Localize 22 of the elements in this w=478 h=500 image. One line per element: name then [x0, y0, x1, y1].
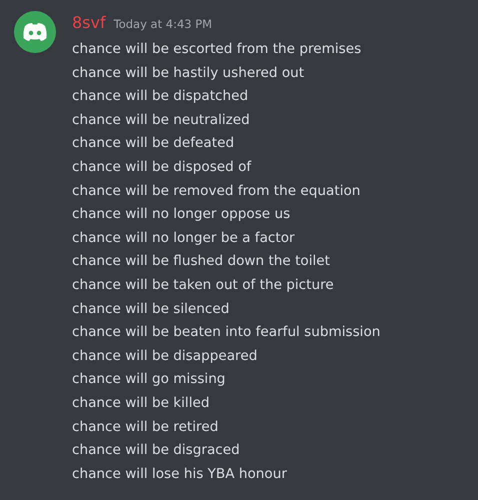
message-line: chance will be retired: [72, 418, 220, 436]
message-line: chance will be flushed down the toilet: [72, 252, 331, 272]
timestamp: Today at 4:43 PM: [114, 17, 212, 31]
message-line: chance will lose his YBA honour: [72, 464, 288, 484]
message-line: chance will be disgraced: [72, 441, 241, 460]
message-line: chance will be beaten into fearful submission: [72, 323, 380, 342]
message-line: chance will be killed: [72, 394, 210, 413]
author-name[interactable]: 8svf: [72, 13, 106, 32]
message-line: chance will no longer oppose us: [72, 205, 292, 224]
message-line: chance will no longer be a factor: [72, 228, 296, 248]
message-line: chance will be escorted from the premises: [72, 40, 362, 59]
message-line: chance will be neutralized: [72, 110, 251, 130]
message-line: chance will be silenced: [72, 300, 230, 319]
avatar-icon[interactable]: [14, 11, 56, 53]
message-line: chance will be defeated: [72, 134, 236, 154]
message-line: chance will be taken out of the picture: [72, 276, 335, 295]
message-line: chance will be disposed of: [72, 158, 252, 177]
message-line: chance will be hastily ushered out: [72, 64, 306, 83]
message-line: chance will be removed from the equation: [72, 182, 362, 201]
message-line: chance will be disappeared: [72, 346, 258, 366]
message-line: chance will go missing: [72, 370, 226, 390]
message-line: chance will be dispatched: [72, 87, 250, 106]
